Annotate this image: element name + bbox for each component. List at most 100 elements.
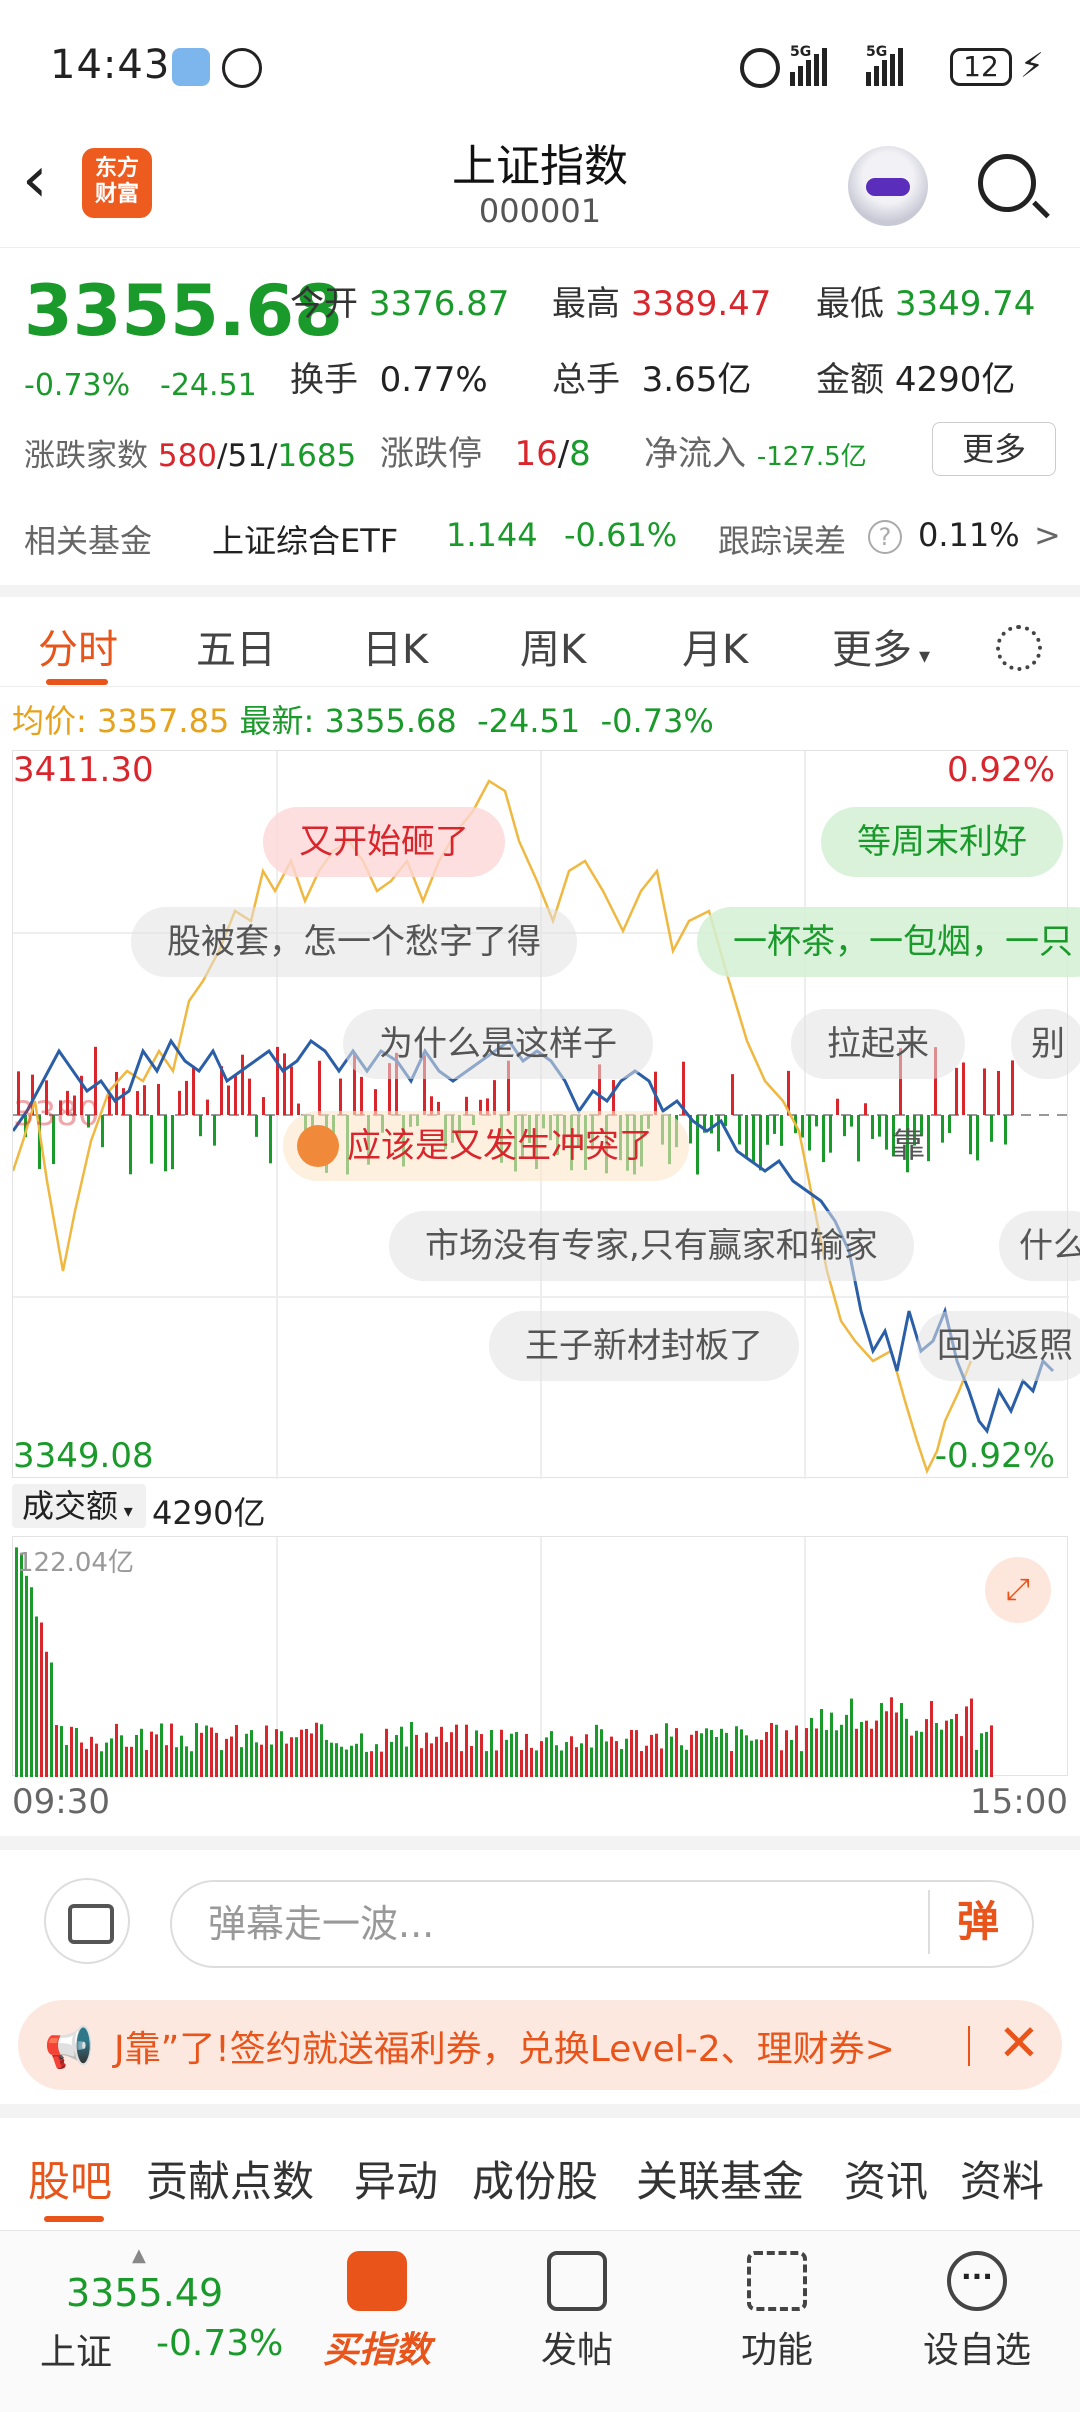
breadth-bar (731, 1074, 734, 1115)
volume-max-label: 122.04亿 (17, 1548, 134, 1578)
breadth-bar (360, 1076, 363, 1115)
post-button[interactable]: 发帖 (512, 2251, 642, 2373)
tab-profile[interactable]: 资料 (960, 2148, 1044, 2209)
add-watchlist-label: 设自选 (922, 2330, 1031, 2371)
volume-bar (390, 1741, 393, 1777)
volume-bar (730, 1751, 733, 1777)
volume-bar (670, 1736, 673, 1777)
tab-related-funds[interactable]: 关联基金 (636, 2148, 804, 2209)
danmu-settings-icon[interactable] (44, 1878, 130, 1964)
volume-value: 3.65亿 (641, 360, 752, 400)
volume-bar (80, 1742, 83, 1777)
help-icon[interactable]: ? (868, 520, 902, 554)
volume-bar (715, 1737, 718, 1777)
fund-price: 1.144 (446, 516, 538, 554)
danmu-comment[interactable]: 市场没有专家,只有赢家和输家 (389, 1211, 914, 1281)
danmu-comment[interactable]: 等周末利好 (821, 807, 1063, 877)
volume-header: 成交额 ▾ 4290亿 (12, 1484, 412, 1532)
danmu-comment[interactable]: 别 (1011, 1009, 1080, 1079)
volume-bar (70, 1726, 73, 1777)
volume-bar (300, 1729, 303, 1777)
danmu-comment[interactable]: 王子新材封板了 (489, 1311, 799, 1381)
tab-contribution[interactable]: 贡献点数 (146, 2148, 314, 2209)
related-fund-row[interactable]: 相关基金 上证综合ETF 1.144 -0.61% 跟踪误差 ? 0.11% > (0, 512, 1080, 582)
promo-text[interactable]: J靠”了!签约就送福利券，兑换Level-2、理财券> (114, 2020, 895, 2072)
tab-intraday[interactable]: 分时 (38, 617, 118, 675)
volume-bar (175, 1747, 178, 1777)
volume-bar (290, 1737, 293, 1777)
volume-bar (910, 1735, 913, 1777)
tab-anomaly[interactable]: 异动 (354, 2148, 438, 2209)
breadth-bar (745, 1115, 748, 1158)
danmu-comment[interactable]: 拉起来 (791, 1009, 965, 1079)
volume-bar (380, 1751, 383, 1777)
volume-bar (165, 1745, 168, 1777)
tab-daily-k[interactable]: 日K (362, 617, 428, 675)
expand-up-icon[interactable]: ▲ (132, 2245, 146, 2266)
volume-bar (820, 1708, 823, 1777)
settings-gear-icon[interactable] (996, 625, 1042, 671)
volume-bar (575, 1747, 578, 1777)
danmu-comment[interactable]: 股被套，怎一个愁字了得 (131, 907, 577, 977)
tab-monthly-k[interactable]: 月K (682, 617, 748, 675)
tracking-error-value: 0.11% (918, 516, 1020, 554)
danmu-comment[interactable]: 一杯茶，一包烟，一只 (697, 907, 1080, 977)
breadth-bar (115, 1071, 118, 1115)
tab-five-day[interactable]: 五日 (196, 617, 276, 675)
volume-bar (870, 1728, 873, 1777)
chart-tabs: 分时 五日 日K 周K 月K 更多 ▾ (0, 585, 1080, 687)
volume-bar (445, 1742, 448, 1777)
danmu-input[interactable]: 弹幕走一波... (170, 1880, 1034, 1968)
nav-index-price[interactable]: 3355.49 (66, 2271, 223, 2315)
add-watchlist-button[interactable]: ··· 设自选 (912, 2251, 1042, 2373)
volume-bar (955, 1713, 958, 1777)
volume-bar (450, 1732, 453, 1777)
nav-index-pct[interactable]: -0.73% (156, 2323, 283, 2364)
volume-bar (160, 1723, 163, 1777)
assistant-robot-icon[interactable] (848, 146, 928, 226)
danmu-comment[interactable]: 为什么是这样子 (343, 1009, 653, 1079)
quote-more-button[interactable]: 更多 (932, 422, 1056, 476)
search-icon[interactable] (978, 154, 1036, 212)
close-icon[interactable]: ✕ (998, 2014, 1040, 2072)
volume-bar (705, 1728, 708, 1777)
danmu-send-button[interactable]: 弹 (928, 1890, 1026, 1954)
danmu-comment[interactable]: 靠 (855, 1111, 961, 1181)
danmu-comment[interactable]: 应该是又发生冲突了 (283, 1111, 689, 1181)
tab-guba[interactable]: 股吧 (28, 2148, 112, 2209)
buy-index-button[interactable]: 买指数 (312, 2251, 442, 2373)
danmu-comment[interactable]: 回光返照 (917, 1311, 1080, 1381)
volume-bar (345, 1749, 348, 1777)
volume-bar (145, 1749, 148, 1777)
volume-bar (255, 1742, 258, 1777)
tab-news[interactable]: 资讯 (844, 2148, 928, 2209)
danmu-comment[interactable]: 又开始砸了 (263, 807, 505, 877)
volume-bar (930, 1701, 933, 1777)
breadth-up: 580 (157, 438, 218, 474)
breadth-bar (752, 1115, 755, 1162)
volume-chart[interactable]: 122.04亿 ⤢ (12, 1536, 1068, 1777)
danmu-comment[interactable]: 什么 (999, 1211, 1080, 1281)
volume-bar (480, 1734, 483, 1777)
volume-bar (115, 1723, 118, 1777)
functions-button[interactable]: 功能 (712, 2251, 842, 2373)
breadth-bar (248, 1078, 251, 1115)
charging-icon: ⚡ (1020, 46, 1044, 86)
intraday-chart[interactable]: 3411.30 3349.08 0.92% -0.92% 3380 又开始砸了 … (12, 750, 1080, 1479)
breadth-bar (843, 1115, 846, 1137)
expand-icon[interactable]: ⤢ (985, 1557, 1051, 1623)
limit-down: 8 (569, 434, 591, 474)
volume-bar (420, 1748, 423, 1777)
dropdown-icon: ▾ (912, 644, 931, 669)
tab-more[interactable]: 更多 ▾ (832, 617, 930, 675)
promo-banner[interactable]: 📢 J靠”了!签约就送福利券，兑换Level-2、理财券> ✕ (18, 2000, 1062, 2090)
nav-index-name[interactable]: 上证 (40, 2323, 112, 2375)
volume-bar (140, 1728, 143, 1777)
volume-bar (595, 1724, 598, 1777)
tab-constituents[interactable]: 成份股 (472, 2148, 598, 2209)
volume-bar (465, 1724, 468, 1777)
volume-bar (830, 1712, 833, 1777)
tab-weekly-k[interactable]: 周K (520, 617, 586, 675)
volume-bar (550, 1731, 553, 1777)
volume-selector[interactable]: 成交额 ▾ (12, 1484, 146, 1528)
